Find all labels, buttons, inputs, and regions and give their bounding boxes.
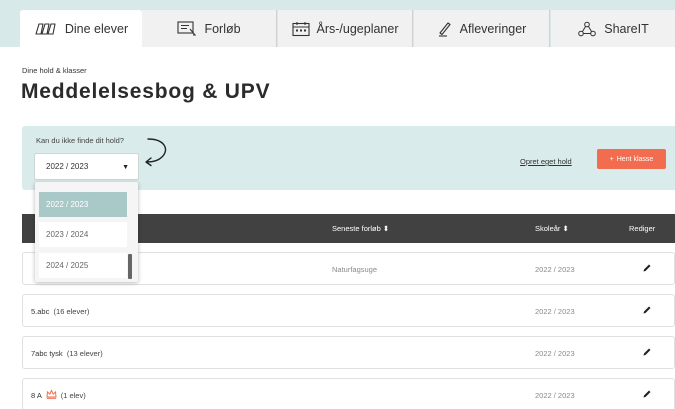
table-row[interactable]: 5.abc (16 elever) 2022 / 2023 <box>22 294 675 327</box>
students-icon <box>35 23 56 35</box>
row-school-year: 2022 / 2023 <box>535 349 575 358</box>
column-school-year[interactable]: Skoleår ⬍ <box>535 224 569 233</box>
pen-icon <box>438 21 451 37</box>
year-option[interactable]: 2024 / 2025 <box>39 253 127 278</box>
plus-icon: + <box>609 155 614 163</box>
network-icon <box>578 21 597 36</box>
crown-icon <box>45 389 57 399</box>
table-row[interactable]: 7abc tysk (13 elever) 2022 / 2023 <box>22 336 675 369</box>
tab-afleveringer[interactable]: Afleveringer <box>414 10 550 47</box>
page-title: Meddelelsesbog & UPV <box>21 80 271 103</box>
row-school-year: 2022 / 2023 <box>535 391 575 400</box>
row-team-name: 8 A (1 elev) <box>31 389 86 400</box>
tab-ars-ugeplaner[interactable]: Års-/ugeplaner <box>278 10 413 47</box>
row-team-name: 5.abc (16 elever) <box>31 307 90 316</box>
breadcrumb: Dine hold & klasser <box>22 66 87 75</box>
year-dropdown: 2022 / 2023 2023 / 2024 2024 / 2025 <box>35 182 138 282</box>
tab-shareit[interactable]: ShareIT <box>551 10 675 47</box>
column-edit: Rediger <box>629 224 656 233</box>
year-option[interactable]: 2023 / 2024 <box>39 222 127 247</box>
calendar-icon <box>291 21 310 36</box>
sort-icon: ⬍ <box>382 224 390 233</box>
year-select-value: 2022 / 2023 <box>46 162 89 171</box>
year-option[interactable]: 2022 / 2023 <box>39 192 127 217</box>
caret-down-icon: ▼ <box>122 164 129 171</box>
dropdown-scrollbar[interactable] <box>128 254 132 279</box>
pencil-icon[interactable] <box>642 347 652 357</box>
tab-label: Afleveringer <box>459 21 527 36</box>
row-team-name: 7abc tysk (13 elever) <box>31 349 103 358</box>
pencil-icon[interactable] <box>642 305 652 315</box>
year-select[interactable]: 2022 / 2023 ▼ <box>34 153 139 180</box>
fetch-class-button[interactable]: + Hent klasse <box>597 149 666 169</box>
tab-forlob[interactable]: Forløb <box>142 10 277 47</box>
sort-icon: ⬍ <box>562 224 569 233</box>
pencil-icon[interactable] <box>642 263 652 273</box>
board-icon <box>177 21 197 36</box>
tab-label: Forløb <box>204 21 241 36</box>
row-school-year: 2022 / 2023 <box>535 307 575 316</box>
tab-label: Dine elever <box>64 22 129 36</box>
tab-dine-elever[interactable]: Dine elever <box>20 10 142 48</box>
tab-bar: Dine elever Forløb Års-/ugeplaner Afleve… <box>0 0 675 48</box>
row-latest-course: Naturfagsuge <box>332 265 378 274</box>
tab-label: ShareIT <box>604 21 649 36</box>
row-school-year: 2022 / 2023 <box>535 265 575 274</box>
pencil-icon[interactable] <box>642 389 652 399</box>
curved-arrow-icon <box>145 138 167 167</box>
fetch-class-label: Hent klasse <box>616 155 654 163</box>
create-team-link[interactable]: Opret eget hold <box>520 157 572 166</box>
column-latest-course[interactable]: Seneste forløb ⬍ <box>332 224 389 233</box>
table-row[interactable]: 8 A (1 elev) 2022 / 2023 <box>22 378 675 409</box>
tab-label: Års-/ugeplaner <box>316 21 399 36</box>
filter-hint: Kan du ikke finde dit hold? <box>36 136 124 145</box>
